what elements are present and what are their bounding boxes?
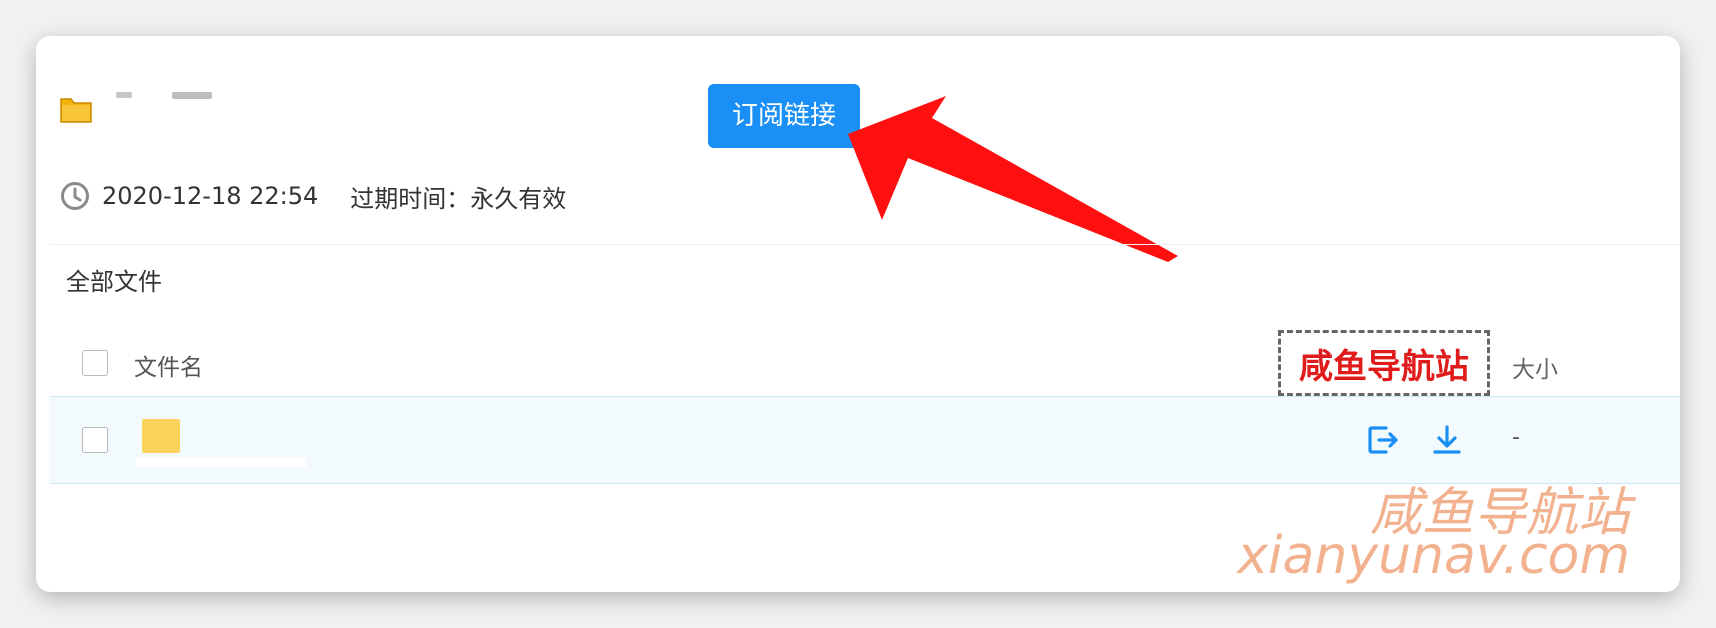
redacted-title-part — [116, 92, 132, 98]
share-expiry: 过期时间：永久有效 — [350, 184, 567, 213]
select-all-checkbox[interactable] — [82, 350, 108, 376]
row-size: - — [1512, 425, 1520, 450]
share-meta-row: 2020-12-18 22:54 过期时间：永久有效 — [60, 178, 566, 214]
redacted-title-part — [172, 92, 212, 99]
share-page-card: 订阅链接 2020-12-18 22:54 过期时间：永久有效 全部文件 文件名… — [36, 36, 1680, 592]
subscribe-link-button[interactable]: 订阅链接 — [708, 84, 860, 148]
column-header-name[interactable]: 文件名 — [134, 348, 203, 382]
download-icon[interactable] — [1430, 423, 1464, 457]
clock-icon — [61, 182, 89, 210]
watermark-boxed-label: 咸鱼导航站 — [1278, 330, 1490, 396]
row-checkbox[interactable] — [82, 427, 108, 453]
folder-icon — [142, 419, 180, 453]
breadcrumb-all-files[interactable]: 全部文件 — [66, 262, 162, 297]
share-created-time: 2020-12-18 22:54 — [102, 182, 319, 210]
divider — [50, 244, 1680, 245]
column-header-size[interactable]: 大小 — [1512, 350, 1558, 384]
redacted-file-name[interactable] — [136, 457, 306, 467]
watermark-corner-en: xianyunav.com — [1237, 526, 1630, 586]
red-arrow-annotation — [848, 96, 1178, 262]
folder-icon — [60, 98, 92, 123]
save-to-drive-icon[interactable] — [1366, 423, 1400, 457]
